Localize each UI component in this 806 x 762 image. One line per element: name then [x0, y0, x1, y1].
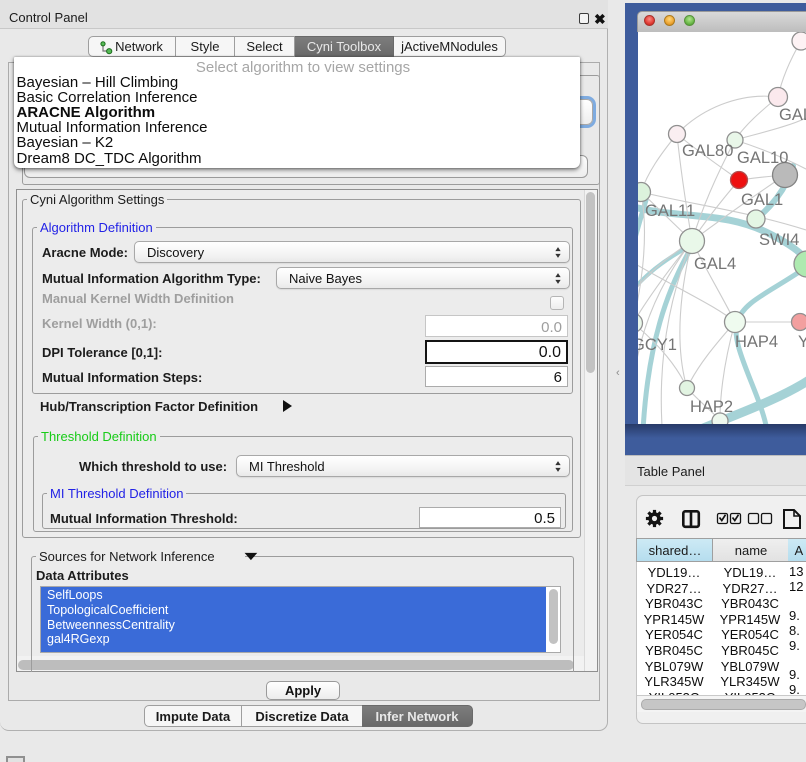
svg-text:YD: YD	[798, 333, 806, 351]
svg-text:GCY1: GCY1	[638, 336, 677, 354]
svg-text:GAL1: GAL1	[741, 191, 783, 209]
svg-text:HAP4: HAP4	[735, 333, 778, 351]
svg-text:GAL4: GAL4	[694, 255, 736, 273]
svg-text:GAL11: GAL11	[645, 202, 695, 220]
svg-text:GAL10: GAL10	[737, 149, 788, 167]
svg-text:GAL80: GAL80	[682, 142, 733, 160]
svg-text:SWI4: SWI4	[759, 231, 799, 249]
svg-text:HAP2: HAP2	[690, 398, 733, 416]
svg-text:GAL7: GAL7	[779, 106, 806, 124]
